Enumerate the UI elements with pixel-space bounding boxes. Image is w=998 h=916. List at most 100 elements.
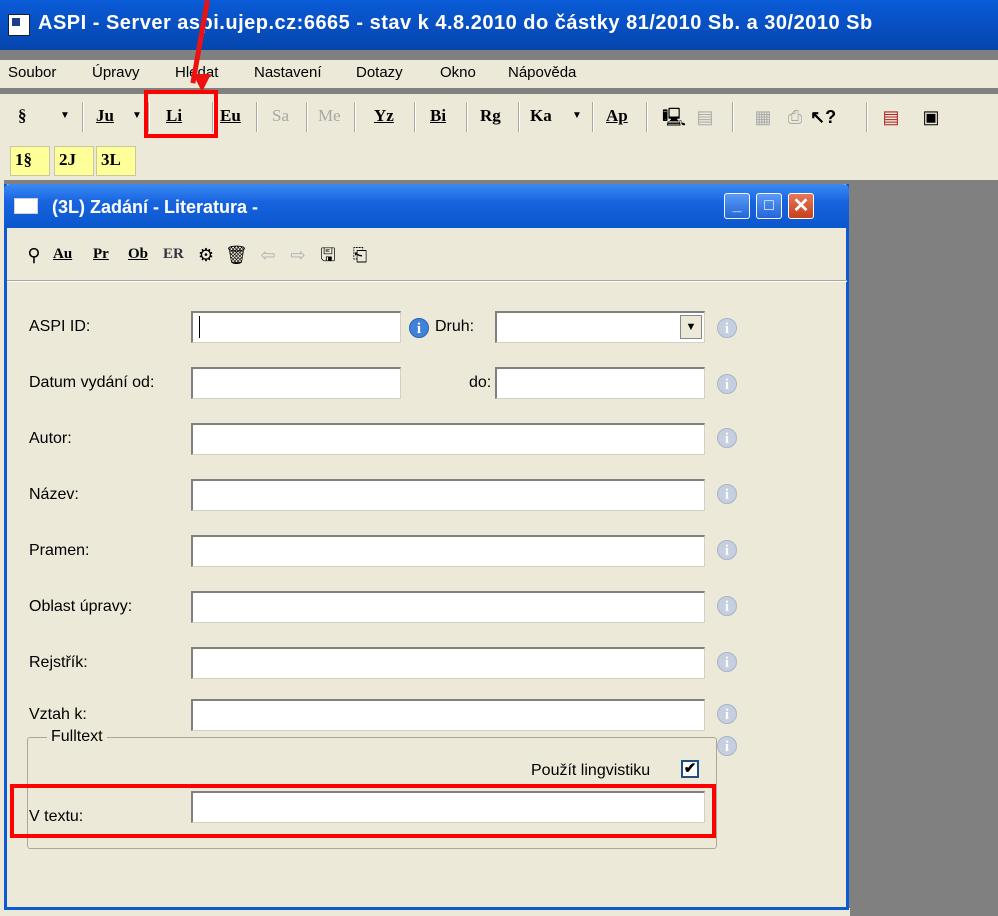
me-button[interactable]: Me [318, 106, 341, 126]
autor-input[interactable] [191, 423, 705, 455]
clipboard-icon[interactable]: ▣ [920, 106, 942, 128]
autor-label: Autor: [29, 430, 72, 447]
sa-button[interactable]: Sa [272, 106, 289, 126]
druh-label: Druh: [435, 318, 475, 335]
toolbar-separator [646, 102, 648, 132]
ka-dropdown-icon[interactable]: ▼ [572, 110, 582, 121]
nazev-input[interactable] [191, 479, 705, 511]
main-toolbar: § ▼ Ju ▼ Li Eu Sa Me Yz Bi Rg Ka ▼ Ap 🖳 … [0, 94, 998, 144]
app-titlebar: ASPI - Server aspi.ujep.cz:6665 - stav k… [0, 0, 998, 50]
settings-icon[interactable]: ⚙ [195, 244, 217, 266]
datum-do-label: do: [469, 374, 492, 391]
vztah-info-icon[interactable]: i [717, 704, 737, 724]
rejstrik-input[interactable] [191, 647, 705, 679]
datum-od-input[interactable] [191, 367, 401, 399]
pramen-input[interactable] [191, 535, 705, 567]
toolbar-separator [148, 102, 150, 132]
menu-soubor[interactable]: Soubor [8, 64, 56, 81]
ob-button[interactable]: Ob [128, 246, 148, 263]
arrow-left-icon[interactable]: ⇦ [257, 244, 279, 266]
eu-button[interactable]: Eu [220, 106, 241, 126]
print-icon[interactable]: ⎙ [784, 106, 806, 128]
list-icon[interactable]: ▤ [880, 106, 902, 128]
copy-icon[interactable]: ▦ [752, 106, 774, 128]
nazev-info-icon[interactable]: i [717, 484, 737, 504]
fulltext-legend: Fulltext [47, 728, 107, 746]
maximize-button[interactable]: □ [756, 193, 782, 219]
er-button[interactable]: ER [163, 246, 184, 263]
toolbar-separator [306, 102, 308, 132]
menu-upravy[interactable]: Úpravy [92, 64, 140, 81]
druh-info-icon[interactable]: i [717, 318, 737, 338]
aspi-id-label: ASPI ID: [29, 318, 91, 335]
annotation-arrow-head [193, 74, 211, 92]
toolbar-separator [82, 102, 84, 132]
toolbar-separator [466, 102, 468, 132]
document-tabs: 1§ 2J 3L [0, 144, 998, 180]
oblast-info-icon[interactable]: i [717, 596, 737, 616]
tab-2j[interactable]: 2J [54, 146, 94, 176]
autor-info-icon[interactable]: i [717, 428, 737, 448]
toolbar-separator [212, 102, 214, 132]
lingvistika-checkbox[interactable]: ✔ [681, 760, 699, 778]
menu-dotazy[interactable]: Dotazy [356, 64, 403, 81]
aspi-id-info-icon[interactable]: i [409, 318, 429, 338]
tab-1-paragraph[interactable]: 1§ [10, 146, 50, 176]
vztah-label: Vztah k: [29, 706, 87, 723]
li-button[interactable]: Li [166, 106, 182, 126]
ka-button[interactable]: Ka [530, 106, 552, 126]
minimize-button[interactable]: _ [724, 193, 750, 219]
nazev-label: Název: [29, 486, 79, 503]
toolbar-separator [592, 102, 594, 132]
datum-do-input[interactable] [495, 367, 705, 399]
pramen-info-icon[interactable]: i [717, 540, 737, 560]
menu-napoveda[interactable]: Nápověda [508, 64, 576, 81]
menu-okno[interactable]: Okno [440, 64, 476, 81]
aspi-id-input[interactable] [191, 311, 401, 343]
pr-button[interactable]: Pr [93, 246, 109, 263]
datum-info-icon[interactable]: i [717, 374, 737, 394]
oblast-label: Oblast úpravy: [29, 598, 133, 615]
yz-button[interactable]: Yz [374, 106, 394, 126]
datum-od-label: Datum vydání od: [29, 374, 155, 391]
rejstrik-label: Rejstřík: [29, 654, 88, 671]
pramen-label: Pramen: [29, 542, 90, 559]
binoculars-icon[interactable]: ⚲ [23, 244, 45, 266]
display-icon[interactable]: 🖳 [662, 106, 686, 128]
close-button[interactable]: ✕ [788, 193, 814, 219]
v-textu-input[interactable] [191, 791, 705, 823]
toolbar-separator [518, 102, 520, 132]
bi-button[interactable]: Bi [430, 106, 446, 126]
menu-nastaveni[interactable]: Nastavení [254, 64, 322, 81]
window-titlebar: (3L) Zadání - Literatura - _ □ ✕ [4, 184, 849, 228]
vztah-input[interactable] [191, 699, 705, 731]
au-button[interactable]: Au [53, 246, 72, 263]
ju-button[interactable]: Ju [96, 106, 114, 126]
oblast-input[interactable] [191, 591, 705, 623]
fulltext-info-icon[interactable]: i [717, 736, 737, 756]
help-pointer-icon[interactable]: ↖? [810, 106, 836, 128]
load-icon[interactable]: ⎗ [349, 244, 371, 266]
tab-3l[interactable]: 3L [96, 146, 136, 176]
chevron-down-icon[interactable]: ▼ [680, 315, 702, 339]
save-icon[interactable]: 🖫 [317, 244, 339, 266]
paragraph-dropdown-icon[interactable]: ▼ [60, 110, 70, 121]
v-textu-label: V textu: [29, 808, 84, 825]
app-title: ASPI - Server aspi.ujep.cz:6665 - stav k… [38, 12, 873, 34]
toolbar-separator [866, 102, 868, 132]
document-icon[interactable]: ▤ [694, 106, 716, 128]
arrow-right-icon[interactable]: ⇨ [287, 244, 309, 266]
druh-select[interactable]: ▼ [495, 311, 705, 343]
toolbar-separator [354, 102, 356, 132]
literature-query-window: (3L) Zadání - Literatura - _ □ ✕ ⚲ Au Pr… [4, 184, 849, 910]
ap-button[interactable]: Ap [606, 106, 628, 126]
app-icon [8, 14, 30, 36]
rg-button[interactable]: Rg [480, 106, 501, 126]
form-toolbar: ⚲ Au Pr Ob ER ⚙ 🗑 ⇦ ⇨ 🖫 ⎗ [13, 234, 853, 278]
paragraph-button[interactable]: § [18, 106, 27, 126]
menu-bar: Soubor Úpravy Hledat Nastavení Dotazy Ok… [0, 60, 998, 88]
rejstrik-info-icon[interactable]: i [717, 652, 737, 672]
window-title: (3L) Zadání - Literatura - [52, 197, 259, 217]
ju-dropdown-icon[interactable]: ▼ [132, 110, 142, 121]
trash-icon[interactable]: 🗑 [225, 244, 248, 266]
